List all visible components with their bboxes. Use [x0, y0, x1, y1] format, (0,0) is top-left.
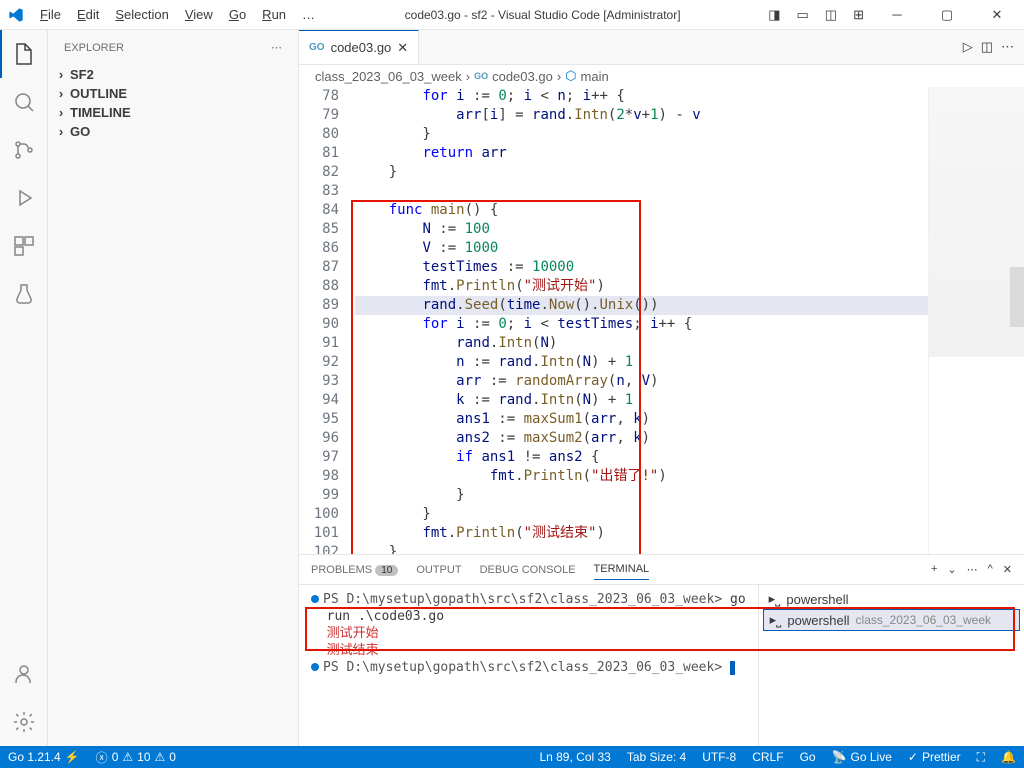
language-mode[interactable]: Go: [792, 750, 824, 765]
testing-icon[interactable]: [0, 270, 48, 318]
terminal-list-item[interactable]: ▸⎵ powershell: [763, 589, 1020, 609]
panel-icon[interactable]: ▭: [791, 3, 815, 27]
sidebar-section-outline[interactable]: ›OUTLINE: [48, 84, 298, 103]
settings-icon[interactable]: [0, 698, 48, 746]
window-title: code03.go - sf2 - Visual Studio Code [Ad…: [323, 8, 762, 22]
chevron-right-icon: ›: [56, 124, 66, 139]
extensions-icon[interactable]: [0, 222, 48, 270]
tab-close-icon[interactable]: ✕: [397, 40, 408, 56]
close-button[interactable]: ✕: [974, 0, 1020, 30]
code-editor[interactable]: 7879808182838485868788899091929394959697…: [299, 87, 928, 554]
maximize-button[interactable]: ▢: [924, 0, 970, 30]
terminal-icon: ▸⎵: [770, 612, 782, 628]
go-file-icon: GO: [309, 42, 325, 53]
output-tab[interactable]: OUTPUT: [416, 560, 461, 580]
menu-view[interactable]: View: [177, 3, 221, 26]
tab-size[interactable]: Tab Size: 4: [619, 750, 694, 765]
maximize-panel-icon[interactable]: ^: [988, 563, 993, 576]
breadcrumb[interactable]: class_2023_06_03_week› GO code03.go› ⬡ m…: [299, 65, 1024, 87]
menu-edit[interactable]: Edit: [69, 3, 107, 26]
go-version[interactable]: Go 1.21.4 ⚡: [0, 750, 88, 764]
terminal-icon: ▸⎵: [769, 591, 781, 607]
minimap-slider[interactable]: [1010, 267, 1024, 327]
activity-bar: [0, 30, 48, 746]
chevron-right-icon: ›: [56, 105, 66, 120]
terminal-dropdown-icon[interactable]: ⌄: [947, 563, 956, 576]
sidebar-more-icon[interactable]: ⋯: [271, 41, 282, 54]
minimize-button[interactable]: ─: [874, 0, 920, 30]
menu-run[interactable]: Run: [254, 3, 294, 26]
search-icon[interactable]: [0, 78, 48, 126]
sidebar-section-go[interactable]: ›GO: [48, 122, 298, 141]
close-panel-icon[interactable]: ✕: [1003, 563, 1012, 576]
customize-icon[interactable]: ⊞: [847, 3, 870, 27]
split-editor-icon[interactable]: ◫: [981, 39, 993, 55]
problems-tab[interactable]: PROBLEMS 10: [311, 560, 398, 580]
eol[interactable]: CRLF: [744, 750, 791, 765]
menu-file[interactable]: File: [32, 3, 69, 26]
panel-more-icon[interactable]: ⋯: [967, 563, 978, 576]
minimap[interactable]: [928, 87, 1024, 554]
notifications-icon[interactable]: 🔔: [993, 750, 1024, 765]
terminal-list: ▸⎵ powershell▸⎵ powershell class_2023_06…: [758, 585, 1024, 746]
prettier[interactable]: ✓ Prettier: [900, 750, 969, 765]
symbol-icon: ⬡: [565, 68, 576, 84]
terminal-line: 测试开始: [311, 625, 746, 642]
explorer-icon[interactable]: [0, 30, 48, 78]
editor-more-icon[interactable]: ⋯: [1001, 39, 1014, 55]
terminal-line: run .\code03.go: [311, 608, 746, 625]
tab-code03[interactable]: GO code03.go ✕: [299, 30, 419, 64]
sidebar-section-timeline[interactable]: ›TIMELINE: [48, 103, 298, 122]
problems-status[interactable]: ⓧ 0 ⚠ 10 ⚠ 0: [88, 749, 184, 766]
go-file-icon: GO: [474, 71, 488, 81]
terminal-output[interactable]: PS D:\mysetup\gopath\src\sf2\class_2023_…: [299, 585, 758, 746]
vscode-logo-icon: [8, 7, 24, 23]
explorer-sidebar: EXPLORER ⋯ ›SF2›OUTLINE›TIMELINE›GO: [48, 30, 299, 746]
tab-label: code03.go: [331, 40, 392, 55]
titlebar: FileEditSelectionViewGoRun… code03.go - …: [0, 0, 1024, 30]
go-live[interactable]: 📡 Go Live: [824, 750, 900, 765]
tab-bar: GO code03.go ✕ ▷ ◫ ⋯: [299, 30, 1024, 65]
new-terminal-icon[interactable]: +: [931, 563, 937, 576]
run-icon[interactable]: ▷: [963, 39, 973, 55]
feedback-icon[interactable]: ⛶: [969, 750, 993, 765]
terminal-line: PS D:\mysetup\gopath\src\sf2\class_2023_…: [311, 659, 746, 676]
menu-go[interactable]: Go: [221, 3, 254, 26]
chevron-right-icon: ›: [56, 67, 66, 82]
account-icon[interactable]: [0, 650, 48, 698]
encoding[interactable]: UTF-8: [694, 750, 744, 765]
statusbar: Go 1.21.4 ⚡ ⓧ 0 ⚠ 10 ⚠ 0 Ln 89, Col 33 T…: [0, 746, 1024, 768]
layout-icon[interactable]: ◨: [762, 3, 786, 27]
cursor-position[interactable]: Ln 89, Col 33: [531, 750, 618, 765]
sidebar-icon[interactable]: ◫: [819, 3, 843, 27]
run-debug-icon[interactable]: [0, 174, 48, 222]
menu-…[interactable]: …: [294, 3, 323, 26]
terminal-line: 测试结束: [311, 642, 746, 659]
menu-selection[interactable]: Selection: [107, 3, 176, 26]
sidebar-title: EXPLORER: [64, 42, 124, 54]
chevron-right-icon: ›: [56, 86, 66, 101]
sidebar-section-sf2[interactable]: ›SF2: [48, 65, 298, 84]
terminal-list-item[interactable]: ▸⎵ powershell class_2023_06_03_week: [763, 609, 1020, 631]
terminal-tab[interactable]: TERMINAL: [594, 559, 650, 580]
source-control-icon[interactable]: [0, 126, 48, 174]
bottom-panel: PROBLEMS 10 OUTPUT DEBUG CONSOLE TERMINA…: [299, 554, 1024, 746]
debug-console-tab[interactable]: DEBUG CONSOLE: [480, 560, 576, 580]
